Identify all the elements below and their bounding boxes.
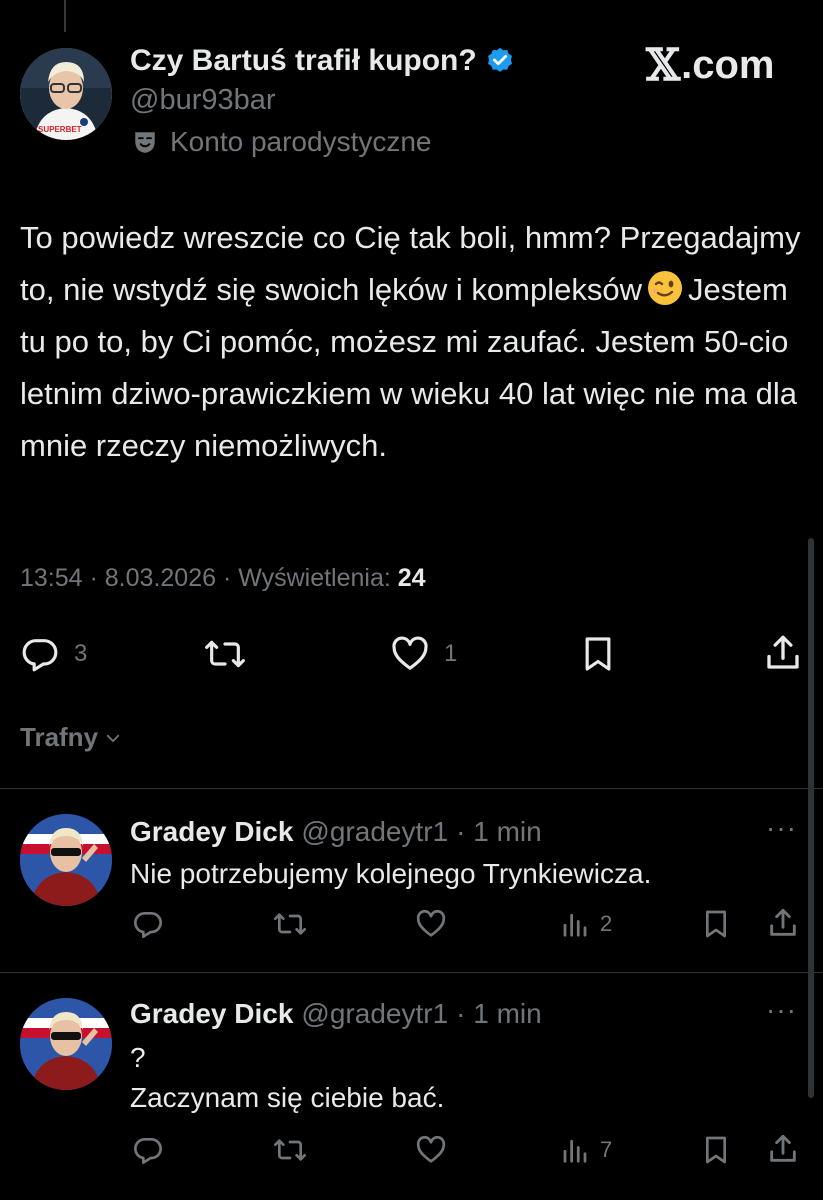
share-button[interactable]: [766, 1132, 800, 1166]
reply-icon: [132, 1134, 164, 1166]
views-button[interactable]: 2: [560, 908, 612, 940]
author-avatar[interactable]: SUPERBET: [20, 48, 112, 140]
divider: [0, 972, 823, 973]
bookmark-icon: [700, 1134, 732, 1166]
winking-face-emoji-icon: [646, 269, 684, 307]
reply-item[interactable]: Gradey Dick @gradeytr1 · 1 min ··· ? Zac…: [0, 974, 823, 1200]
repost-icon: [203, 634, 247, 674]
x-brand-logo: 𝕏 .com: [646, 40, 775, 91]
tweet-body: To powiedz wreszcie co Cię tak boli, hmm…: [20, 212, 810, 472]
reply-button[interactable]: [132, 1134, 164, 1166]
meta-separator: ·: [82, 564, 105, 592]
theater-mask-icon: [132, 129, 158, 155]
share-icon: [766, 906, 800, 940]
reply-author-name[interactable]: Gradey Dick: [130, 998, 293, 1030]
repost-button[interactable]: [272, 908, 308, 940]
author-name-row[interactable]: Czy Bartuś trafił kupon?: [130, 44, 515, 78]
share-button[interactable]: [762, 632, 804, 674]
share-button[interactable]: [766, 906, 800, 940]
brand-domain: .com: [681, 43, 775, 87]
heart-icon: [414, 908, 448, 940]
reply-item[interactable]: Gradey Dick @gradeytr1 · 1 min ··· Nie p…: [0, 790, 823, 970]
bookmark-icon: [700, 908, 732, 940]
chevron-down-icon: [104, 729, 122, 747]
analytics-bars-icon: [560, 1134, 590, 1166]
scrollbar[interactable]: [808, 538, 814, 1098]
repost-icon: [272, 908, 308, 940]
tweet-date[interactable]: 8.03.2026: [105, 564, 216, 592]
meta-separator: ·: [216, 564, 239, 592]
reply-icon: [132, 908, 164, 940]
reply-text: ? Zaczynam się ciebie bać.: [130, 1042, 445, 1113]
bookmark-icon: [578, 634, 618, 674]
reply-time[interactable]: · 1 min: [456, 998, 542, 1030]
repost-icon: [272, 1134, 308, 1166]
views-count: 24: [397, 564, 426, 592]
reply-text: Nie potrzebujemy kolejnego Trynkiewicza.: [130, 858, 652, 889]
author-name[interactable]: Czy Bartuś trafił kupon?: [130, 44, 477, 78]
thread-connector-line: [64, 0, 66, 32]
reply-icon: [20, 634, 60, 674]
like-button[interactable]: [414, 1134, 448, 1166]
parody-label-text: Konto parodystyczne: [170, 126, 432, 157]
tweet-action-bar: 3 1: [0, 620, 823, 686]
reply-author-name[interactable]: Gradey Dick: [130, 816, 293, 848]
views-count: 7: [600, 1137, 613, 1162]
bookmark-button[interactable]: [700, 908, 732, 940]
repost-button[interactable]: [203, 634, 261, 674]
author-handle[interactable]: @bur93bar: [130, 84, 276, 117]
bookmark-button[interactable]: [578, 634, 618, 674]
replies-sort-dropdown[interactable]: Trafny: [20, 722, 122, 753]
divider: [0, 788, 823, 789]
reply-header: Gradey Dick @gradeytr1 · 1 min: [130, 816, 542, 848]
bookmark-button[interactable]: [700, 1134, 732, 1166]
like-count: 1: [444, 640, 458, 667]
more-options-icon[interactable]: ···: [766, 812, 797, 844]
sort-label: Trafny: [20, 722, 99, 752]
views-label: Wyświetlenia:: [238, 564, 391, 592]
more-options-icon[interactable]: ···: [766, 994, 797, 1026]
reply-author-handle[interactable]: @gradeytr1: [301, 998, 448, 1030]
reply-avatar[interactable]: [20, 998, 112, 1090]
tweet-meta: 13:54 · 8.03.2026 · Wyświetlenia: 24: [20, 564, 426, 593]
verified-badge-icon: [485, 46, 515, 76]
heart-icon: [390, 634, 430, 674]
repost-button[interactable]: [272, 1134, 308, 1166]
share-icon: [762, 632, 804, 674]
reply-avatar[interactable]: [20, 814, 112, 906]
like-button[interactable]: [414, 908, 448, 940]
reply-header: Gradey Dick @gradeytr1 · 1 min: [130, 998, 542, 1030]
tweet-time[interactable]: 13:54: [20, 564, 83, 592]
heart-icon: [414, 1134, 448, 1166]
like-button[interactable]: 1: [390, 634, 457, 674]
reply-button[interactable]: [132, 908, 164, 940]
reply-author-handle[interactable]: @gradeytr1: [301, 816, 448, 848]
x-logo-icon: 𝕏: [646, 40, 681, 91]
jersey-sponsor-text: SUPERBET: [38, 125, 82, 134]
reply-time[interactable]: · 1 min: [456, 816, 542, 848]
views-button[interactable]: 7: [560, 1134, 612, 1166]
share-icon: [766, 1132, 800, 1166]
reply-button[interactable]: 3: [20, 634, 87, 674]
parody-account-label: Konto parodystyczne: [132, 126, 432, 158]
analytics-bars-icon: [560, 908, 590, 940]
reply-count: 3: [74, 640, 88, 667]
views-count: 2: [600, 911, 613, 936]
